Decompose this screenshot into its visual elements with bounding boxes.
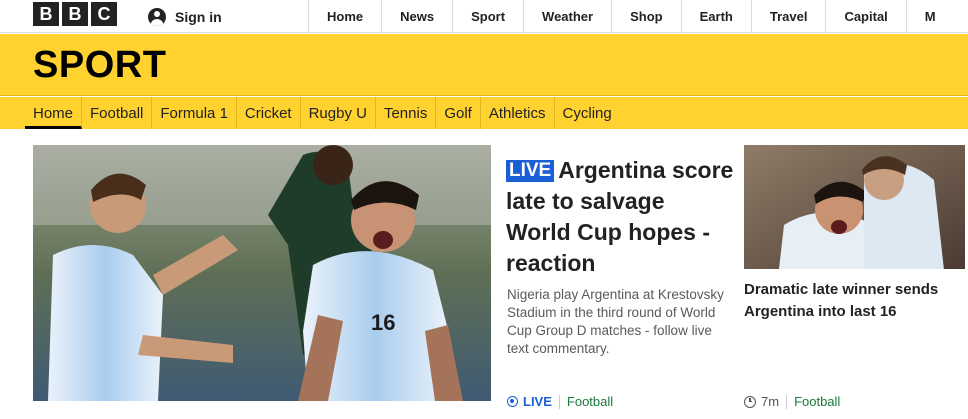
global-header: B B C Sign in Home News Sport Weather Sh… (0, 0, 968, 33)
meta-category-link[interactable]: Football (794, 394, 840, 409)
main-story-meta: LIVE Football (507, 394, 613, 409)
secnav-athletics[interactable]: Athletics (481, 97, 555, 129)
meta-live-label: LIVE (523, 394, 552, 409)
secnav-football[interactable]: Football (82, 97, 153, 129)
secnav-cricket[interactable]: Cricket (237, 97, 301, 129)
meta-timestamp: 7m (761, 394, 780, 409)
secnav-home[interactable]: Home (25, 97, 83, 129)
signin-label: Sign in (175, 8, 222, 25)
side-story-headline[interactable]: Dramatic late winner sends Argentina int… (744, 279, 964, 323)
signin-link[interactable]: Sign in (148, 0, 222, 33)
clock-icon (744, 395, 756, 408)
section-nav: Home Football Formula 1 Cricket Rugby U … (0, 97, 968, 129)
secnav-formula-1[interactable]: Formula 1 (152, 97, 237, 129)
bbc-logo[interactable]: B B C (33, 2, 117, 26)
meta-divider (558, 394, 560, 409)
topnav-home[interactable]: Home (308, 0, 381, 33)
logo-letter-b2: B (62, 2, 88, 26)
topnav-earth[interactable]: Earth (680, 0, 751, 33)
topnav-capital[interactable]: Capital (825, 0, 905, 33)
user-icon (148, 7, 166, 26)
logo-letter-b1: B (33, 2, 59, 26)
topnav-more[interactable]: M (905, 0, 954, 33)
side-story-meta: 7m Football (744, 394, 840, 409)
global-nav: Home News Sport Weather Shop Earth Trave… (308, 0, 954, 33)
main-story-image[interactable]: 16 (33, 145, 491, 401)
topnav-news[interactable]: News (381, 0, 452, 33)
logo-letter-c: C (91, 2, 117, 26)
meta-divider (786, 394, 788, 409)
page-title[interactable]: SPORT (33, 44, 166, 87)
live-badge: LIVE (506, 160, 555, 182)
secnav-rugby-union[interactable]: Rugby U (301, 97, 376, 129)
topnav-sport[interactable]: Sport (452, 0, 523, 33)
secnav-golf[interactable]: Golf (436, 97, 481, 129)
live-icon (507, 396, 518, 407)
secnav-cycling[interactable]: Cycling (555, 97, 620, 129)
topnav-travel[interactable]: Travel (750, 0, 826, 33)
svg-text:16: 16 (371, 310, 395, 335)
secnav-tennis[interactable]: Tennis (376, 97, 437, 129)
meta-category-link[interactable]: Football (567, 394, 613, 409)
sport-header: SPORT (0, 34, 968, 96)
main-story-summary: Nigeria play Argentina at Krestovsky Sta… (507, 287, 724, 356)
main-story-headline[interactable]: LIVE Argentina score late to salvage Worl… (506, 155, 734, 279)
topnav-weather[interactable]: Weather (523, 0, 611, 33)
topnav-shop[interactable]: Shop (611, 0, 681, 33)
side-story-image[interactable] (744, 145, 965, 269)
